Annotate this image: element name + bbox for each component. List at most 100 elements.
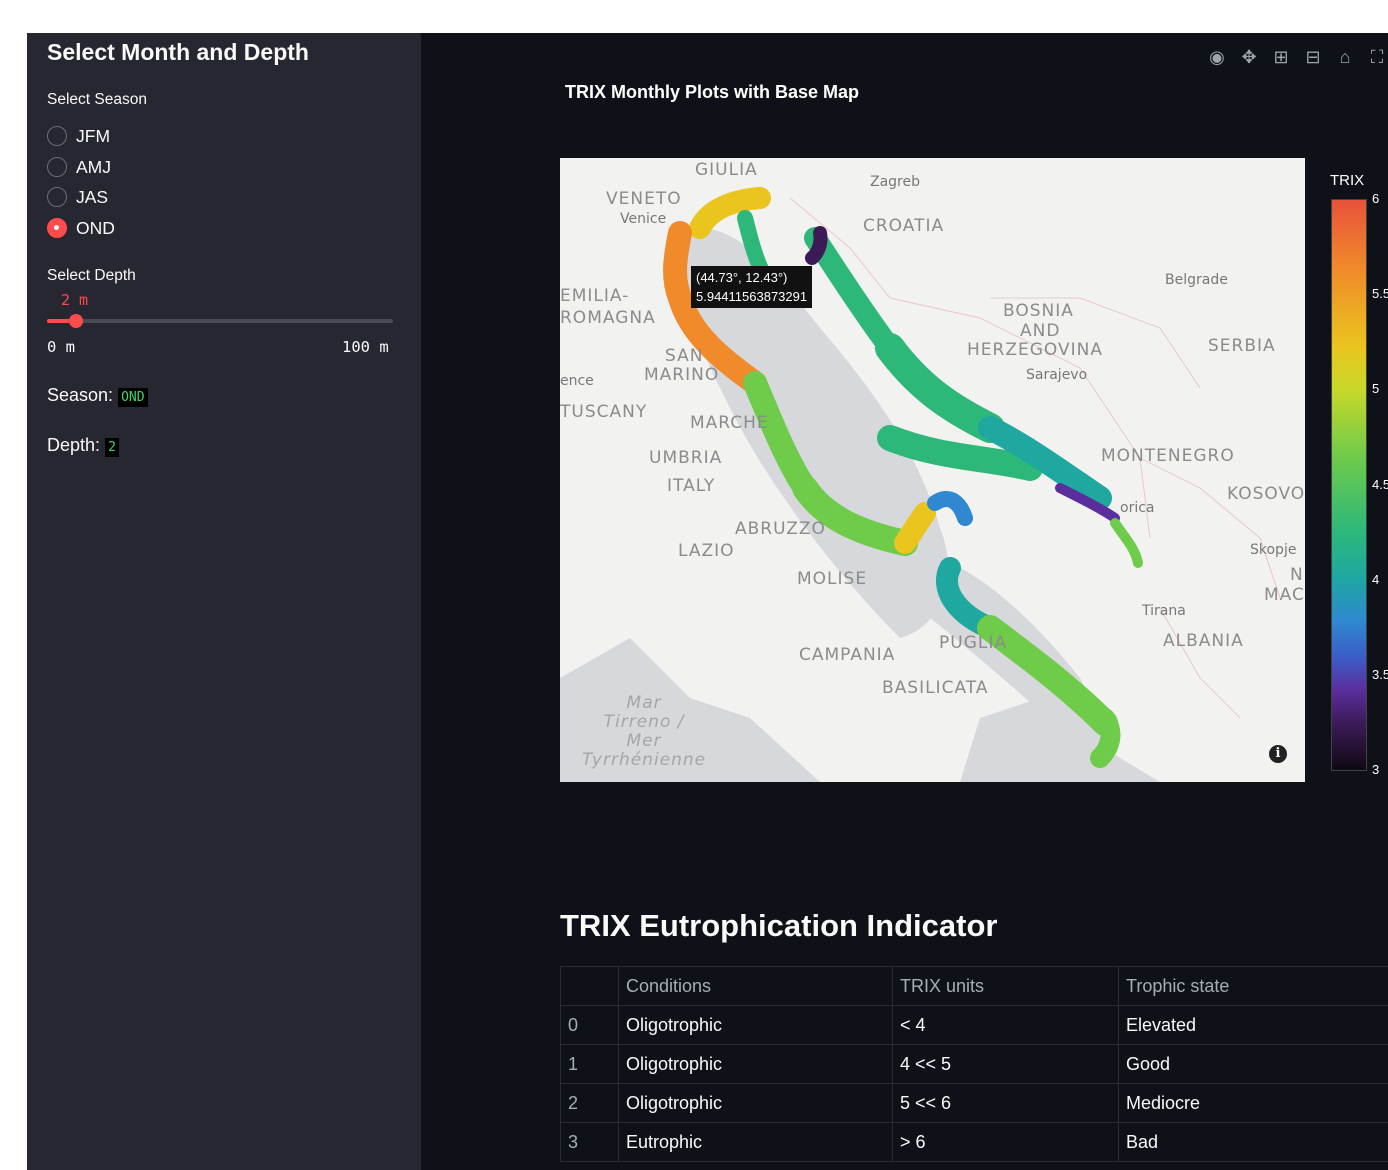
map-label: HERZEGOVINA [967,340,1103,360]
table-header [560,966,619,1006]
plot-title: TRIX Monthly Plots with Base Map [565,82,860,102]
depth-slider-track[interactable] [47,319,393,323]
table-row: 3 Eutrophic > 6 Bad [560,1122,1388,1162]
colorbar-tick: 4 [1372,572,1380,587]
radio-circle[interactable] [47,126,67,146]
season-readout-value: OND [118,388,148,407]
home-icon[interactable]: ⌂ [1334,47,1356,68]
map-label: Venice [620,211,667,227]
table-cell: Eutrophic [618,1122,893,1162]
depth-slider-value: 2 m [61,291,89,309]
map-label: PUGLIA [939,633,1007,653]
table-cell: Elevated [1118,1005,1388,1045]
app-frame: Select Month and Depth Select Season JFM… [27,33,1388,1170]
zoom-out-icon[interactable]: ⊟ [1302,47,1324,68]
map-label: Sarajevo [1026,367,1088,383]
map-label: GIULIA [695,160,758,180]
map-label: SAN [665,346,704,366]
map-label: ALBANIA [1163,631,1244,651]
map-plot[interactable]: GIULIA Zagreb VENETO Venice CROATIA EMIL… [560,158,1305,782]
depth-slider-max: 100 m [342,338,389,356]
table-cell: 0 [560,1005,619,1045]
main-content: ◉ ✥ ⊞ ⊟ ⌂ ⛶ TRIX Monthly Plots with Base… [421,33,1388,1170]
radio-label: JAS [76,186,109,207]
map-label: MARINO [644,365,720,385]
table-cell: Oligotrophic [618,1083,893,1123]
hover-tooltip: (44.73°, 12.43°) 5.94411563873291 [691,266,813,308]
map-label: BOSNIA [1003,301,1074,321]
map-label: ITALY [667,476,716,496]
table-cell: 5 << 6 [892,1083,1119,1123]
table-header-row: Conditions TRIX units Trophic state [560,966,1388,1006]
table-cell: Mediocre [1118,1083,1388,1123]
info-icon[interactable]: i [1269,745,1287,763]
depth-readout: Depth: 2 [47,435,119,457]
map-label: UMBRIA [649,448,723,468]
radio-jas[interactable]: JAS [47,185,108,209]
colorbar-tick: 3.5 [1372,667,1388,682]
map-label: SERBIA [1208,336,1276,356]
map-label: N [1290,565,1304,585]
pan-icon[interactable]: ✥ [1238,47,1260,68]
table-cell: 4 << 5 [892,1044,1119,1084]
season-readout-label: Season: [47,385,114,405]
map-label: Tirana [1142,603,1186,619]
table-cell: Oligotrophic [618,1044,893,1084]
colorbar-tick: 6 [1372,191,1380,206]
map-sea-label: Mar Tirreno / Mer Tyrrhénienne [582,693,707,770]
map-label: orica [1120,500,1155,516]
radio-circle[interactable] [47,157,67,177]
map-label: MOLISE [797,569,868,589]
map-label: MARCHE [690,413,769,433]
map-label: CAMPANIA [799,645,896,665]
fullscreen-icon[interactable]: ⛶ [1366,47,1388,68]
radio-label: OND [76,217,115,238]
table-cell: 1 [560,1044,619,1084]
radio-circle-selected[interactable] [47,218,67,238]
map-label: AND [1020,321,1061,341]
radio-amj[interactable]: AMJ [47,155,111,179]
depth-slider-min: 0 m [47,338,75,356]
radio-ond[interactable]: OND [47,216,115,240]
depth-readout-label: Depth: [47,435,101,455]
table-cell: 2 [560,1083,619,1123]
map-label: Skopje [1250,542,1297,558]
table-cell: > 6 [892,1122,1119,1162]
sidebar-title: Select Month and Depth [47,39,309,65]
map-label: VENETO [606,189,682,209]
map-label: EMILIA- [560,286,630,306]
table-row: 0 Oligotrophic < 4 Elevated [560,1005,1388,1045]
map-label: KOSOVO [1227,484,1305,504]
colorbar-tick: 5.5 [1372,286,1388,301]
radio-circle[interactable] [47,187,67,207]
colorbar-tick: 3 [1372,762,1380,777]
map-label: ence [560,373,594,389]
radio-label: AMJ [76,156,111,177]
camera-icon[interactable]: ◉ [1206,47,1228,68]
map-label: LAZIO [678,541,735,561]
table-row: 2 Oligotrophic 5 << 6 Mediocre [560,1083,1388,1123]
depth-slider-thumb[interactable] [69,314,83,328]
map-label: MAC [1264,585,1305,605]
depth-label: Select Depth [47,267,136,284]
sidebar: Select Month and Depth Select Season JFM… [27,33,421,1170]
season-readout: Season: OND [47,385,148,407]
colorbar-tick: 4.5 [1372,477,1388,492]
map-label: CROATIA [863,216,945,236]
map-label: ROMAGNA [560,308,656,328]
table-header: TRIX units [892,966,1119,1006]
map-label: Zagreb [870,174,921,190]
map-label: BASILICATA [882,678,989,698]
table-cell: < 4 [892,1005,1119,1045]
depth-readout-value: 2 [105,438,119,457]
map-label: ABRUZZO [735,519,826,539]
plot-toolbar: ◉ ✥ ⊞ ⊟ ⌂ ⛶ [1206,47,1388,68]
radio-jfm[interactable]: JFM [47,124,110,148]
table-header: Trophic state [1118,966,1388,1006]
table-cell: Good [1118,1044,1388,1084]
colorbar-tick: 5 [1372,381,1380,396]
trix-table: Conditions TRIX units Trophic state 0 Ol… [560,966,1388,1162]
table-cell: Oligotrophic [618,1005,893,1045]
zoom-in-icon[interactable]: ⊞ [1270,47,1292,68]
map-label: MONTENEGRO [1101,446,1235,466]
